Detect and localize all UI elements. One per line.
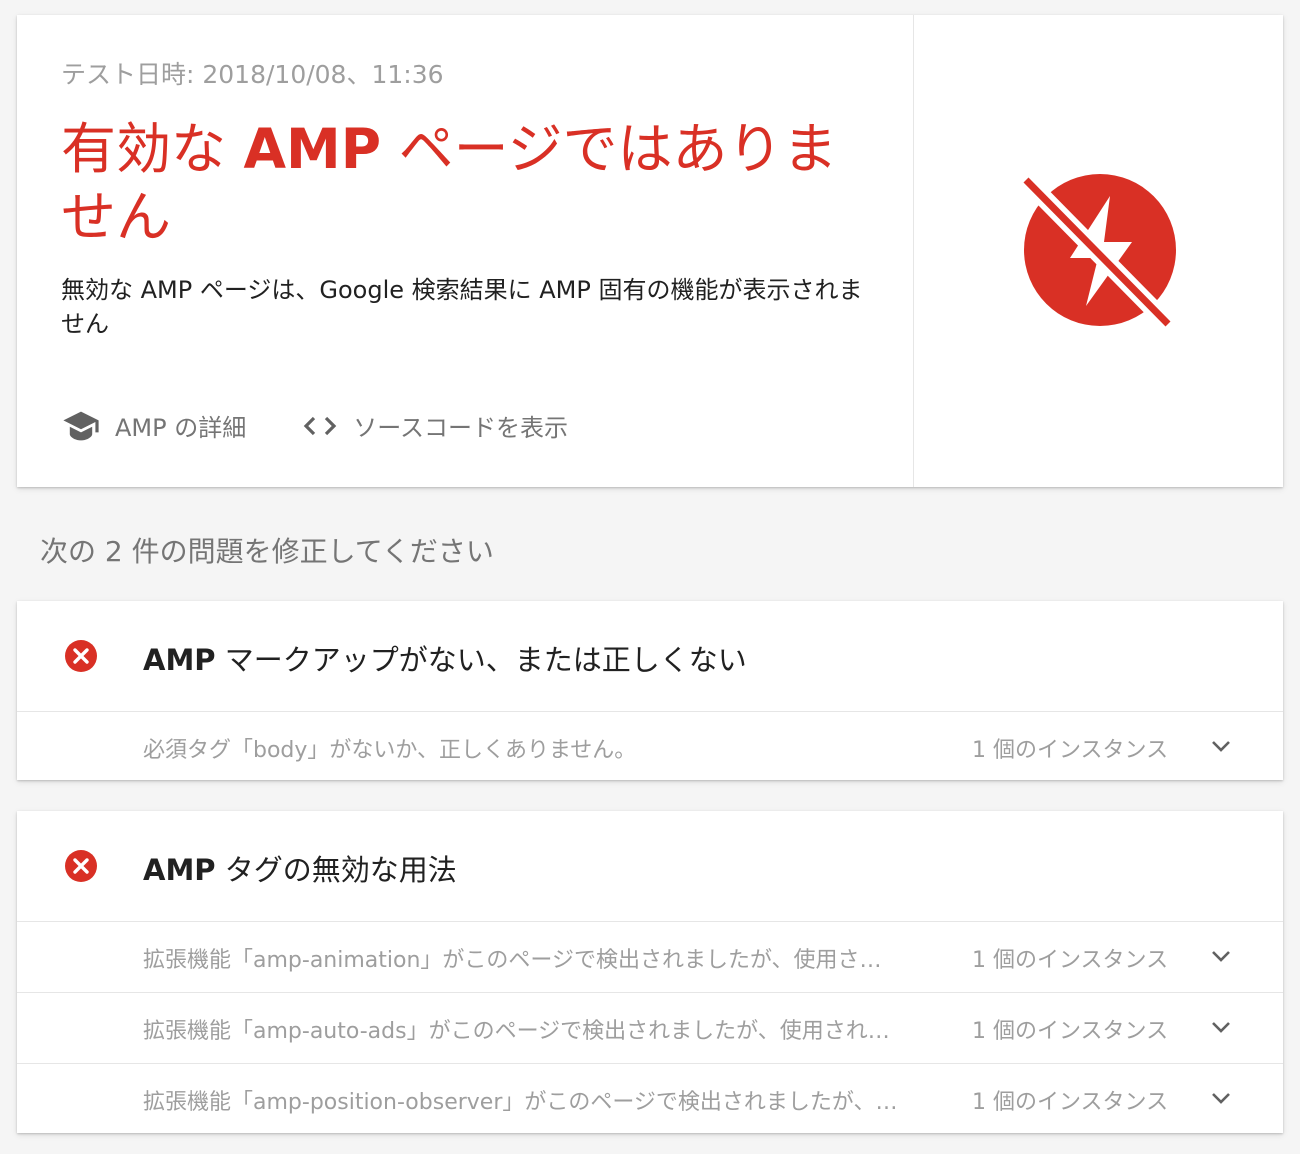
issue-title: AMP マークアップがない、または正しくない bbox=[143, 637, 747, 679]
page-title: 有効な AMP ページではありません bbox=[61, 115, 881, 251]
instance-count: 1 個のインスタンス bbox=[972, 948, 1169, 973]
headline-prefix: 有効な bbox=[61, 117, 244, 181]
school-icon bbox=[61, 410, 101, 442]
amp-test-summary-card: テスト日時: 2018/10/08、11:36 有効な AMP ページではありま… bbox=[17, 15, 1283, 487]
view-source-link[interactable]: ソースコードを表示 bbox=[301, 408, 568, 443]
issue-title: AMP タグの無効な用法 bbox=[143, 847, 457, 889]
error-circle-icon bbox=[64, 849, 98, 887]
amp-invalid-icon bbox=[1019, 172, 1180, 336]
instance-count: 1 個のインスタンス bbox=[972, 738, 1169, 763]
issue-instance-row[interactable]: 必須タグ「body」がないか、正しくありません。 1 個のインスタンス bbox=[17, 712, 1283, 782]
error-circle-icon bbox=[64, 639, 98, 677]
issue-description: 拡張機能「amp-position-observer」がこのページで検出されまし… bbox=[143, 1090, 898, 1115]
issue-card: AMP タグの無効な用法 拡張機能「amp-animation」がこのページで検… bbox=[17, 811, 1283, 1133]
issue-description: 拡張機能「amp-auto-ads」がこのページで検出されましたが、使用され… bbox=[143, 1019, 890, 1044]
chevron-down-icon[interactable] bbox=[1209, 1090, 1233, 1110]
issue-instance-row[interactable]: 拡張機能「amp-animation」がこのページで検出されましたが、使用さ… … bbox=[17, 922, 1283, 993]
view-source-label: ソースコードを表示 bbox=[353, 414, 569, 442]
issue-title-amp: AMP bbox=[143, 643, 216, 677]
amp-details-label: AMP の詳細 bbox=[115, 414, 247, 442]
issue-title-amp: AMP bbox=[143, 853, 216, 887]
issue-instance-row[interactable]: 拡張機能「amp-auto-ads」がこのページで検出されましたが、使用され… … bbox=[17, 993, 1283, 1064]
issue-card: AMP マークアップがない、または正しくない 必須タグ「body」がないか、正し… bbox=[17, 601, 1283, 780]
instance-count: 1 個のインスタンス bbox=[972, 1019, 1169, 1044]
issue-instance-row[interactable]: 拡張機能「amp-position-observer」がこのページで検出されまし… bbox=[17, 1064, 1283, 1134]
chevron-down-icon[interactable] bbox=[1209, 738, 1233, 758]
chevron-down-icon[interactable] bbox=[1209, 948, 1233, 968]
amp-details-link[interactable]: AMP の詳細 bbox=[61, 408, 246, 443]
headline-amp: AMP bbox=[243, 117, 382, 181]
test-date: テスト日時: 2018/10/08、11:36 bbox=[61, 60, 444, 89]
issue-title-text: タグの無効な用法 bbox=[215, 853, 457, 887]
issue-header: AMP タグの無効な用法 bbox=[17, 811, 1283, 922]
issue-description: 拡張機能「amp-animation」がこのページで検出されましたが、使用さ… bbox=[143, 948, 882, 973]
instance-count: 1 個のインスタンス bbox=[972, 1090, 1169, 1115]
summary-status-panel bbox=[914, 15, 1283, 487]
issue-title-text: マークアップがない、または正しくない bbox=[215, 643, 747, 677]
issue-description: 必須タグ「body」がないか、正しくありません。 bbox=[143, 738, 637, 763]
code-icon bbox=[301, 413, 339, 439]
issues-section-title: 次の 2 件の問題を修正してください bbox=[40, 535, 494, 568]
summary-text-panel: テスト日時: 2018/10/08、11:36 有効な AMP ページではありま… bbox=[17, 15, 913, 487]
summary-links: AMP の詳細 ソースコードを表示 bbox=[61, 408, 568, 443]
summary-description: 無効な AMP ページは、Google 検索結果に AMP 固有の機能が表示され… bbox=[61, 276, 863, 338]
chevron-down-icon[interactable] bbox=[1209, 1019, 1233, 1039]
issue-header: AMP マークアップがない、または正しくない bbox=[17, 601, 1283, 712]
